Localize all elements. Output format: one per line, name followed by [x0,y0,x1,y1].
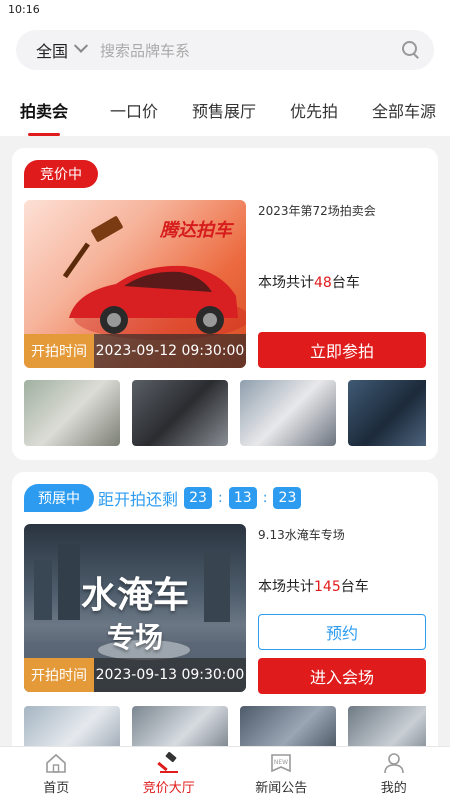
nav-label: 我的 [380,780,407,796]
user-icon [383,752,404,773]
countdown-minutes: 13 [228,487,257,509]
auction-title: 9.13水淹车专场 [258,528,345,542]
region-selector[interactable]: 全国 [36,38,89,62]
start-time-label: 开拍时间 [24,334,94,368]
search-bar[interactable]: 全国 搜索品牌车系 [16,30,434,70]
cover-title-line2: 专场 [106,621,163,654]
tab-auction[interactable]: 拍卖会 [20,98,68,136]
vehicle-count-suffix: 台车 [340,579,369,595]
start-time-bar: 开拍时间 2023-09-13 09:30:00 [24,658,246,692]
countdown-separator: : [262,490,268,506]
countdown-separator: : [218,490,223,506]
reserve-button[interactable]: 预约 [258,614,426,650]
vehicle-thumbnail[interactable] [348,706,426,746]
nav-label: 新闻公告 [255,780,308,796]
vehicle-count: 本场共计145台车 [258,576,369,596]
vehicle-count-prefix: 本场共计 [258,579,314,595]
countdown-label: 距开拍还剩 [98,490,179,509]
vehicle-count-number: 48 [314,275,332,291]
vehicle-count-prefix: 本场共计 [258,275,314,291]
gavel-icon [157,751,178,773]
tab-presale-hall[interactable]: 预售展厅 [192,98,256,122]
auction-cover-image[interactable]: 水淹车 专场 开拍时间 2023-09-13 09:30:00 [24,524,246,692]
vehicle-thumbnail[interactable] [132,380,228,446]
auction-card[interactable]: 竞价中 腾达拍车 开拍时间 2023-09-12 09:30:00 2023年第… [12,148,438,460]
tab-fixed-price[interactable]: 一口价 [110,98,158,122]
auction-list[interactable]: 竞价中 腾达拍车 开拍时间 2023-09-12 09:30:00 2023年第… [0,136,450,746]
countdown-seconds: 23 [273,487,302,509]
join-auction-button[interactable]: 立即参拍 [258,332,426,368]
vehicle-thumbnail[interactable] [348,380,426,446]
nav-profile[interactable]: 我的 [338,747,450,800]
vehicle-thumbnail[interactable] [240,380,336,446]
chevron-down-icon [73,38,89,53]
vehicle-thumbnail[interactable] [24,706,120,746]
vehicle-count: 本场共计48台车 [258,272,360,292]
bottom-navigation: 首页 竞价大厅 NEW 新闻公告 我的 [0,746,450,800]
region-label: 全国 [36,42,69,61]
vehicle-thumbnail[interactable] [24,380,120,446]
nav-home[interactable]: 首页 [0,747,113,800]
start-time-value: 2023-09-13 09:30:00 [94,658,246,692]
vehicle-thumbnails[interactable] [24,380,426,446]
vehicle-thumbnails[interactable] [24,706,426,746]
home-icon [46,753,67,773]
tab-all-vehicles[interactable]: 全部车源 [372,98,436,122]
vehicle-thumbnail[interactable] [240,706,336,746]
auction-title: 2023年第72场拍卖会 [258,204,376,218]
status-badge: 预展中 [24,484,94,512]
status-time: 10:16 [8,3,40,16]
countdown-hours: 23 [184,487,213,509]
vehicle-count-number: 145 [314,579,341,595]
category-tabs: 拍卖会 一口价 预售展厅 优先拍 全部车源 [0,88,450,136]
news-icon: NEW [271,753,292,772]
cover-brand-text: 腾达拍车 [160,220,232,241]
nav-label: 首页 [43,780,70,796]
vehicle-thumbnail[interactable] [132,706,228,746]
nav-label: 竞价大厅 [142,780,195,796]
tab-priority-auction[interactable]: 优先拍 [290,98,338,122]
svg-text:NEW: NEW [274,759,288,766]
start-time-bar: 开拍时间 2023-09-12 09:30:00 [24,334,246,368]
search-input[interactable]: 搜索品牌车系 [100,40,402,61]
auction-card[interactable]: 预展中 距开拍还剩 23 : 13 : 23 水淹车 专场 开拍时间 2023-… [12,472,438,746]
vehicle-count-suffix: 台车 [331,275,360,291]
auction-cover-image[interactable]: 腾达拍车 开拍时间 2023-09-12 09:30:00 [24,200,246,368]
search-icon[interactable] [402,41,420,59]
nav-news[interactable]: NEW 新闻公告 [225,747,338,800]
countdown: 距开拍还剩 23 : 13 : 23 [98,484,302,512]
status-badge: 竞价中 [24,160,98,188]
start-time-value: 2023-09-12 09:30:00 [94,334,246,368]
start-time-label: 开拍时间 [24,658,94,692]
enter-venue-button[interactable]: 进入会场 [258,658,426,694]
cover-title-line1: 水淹车 [80,575,189,616]
status-bar: 10:16 [0,0,450,20]
nav-bidding-hall[interactable]: 竞价大厅 [113,747,226,800]
